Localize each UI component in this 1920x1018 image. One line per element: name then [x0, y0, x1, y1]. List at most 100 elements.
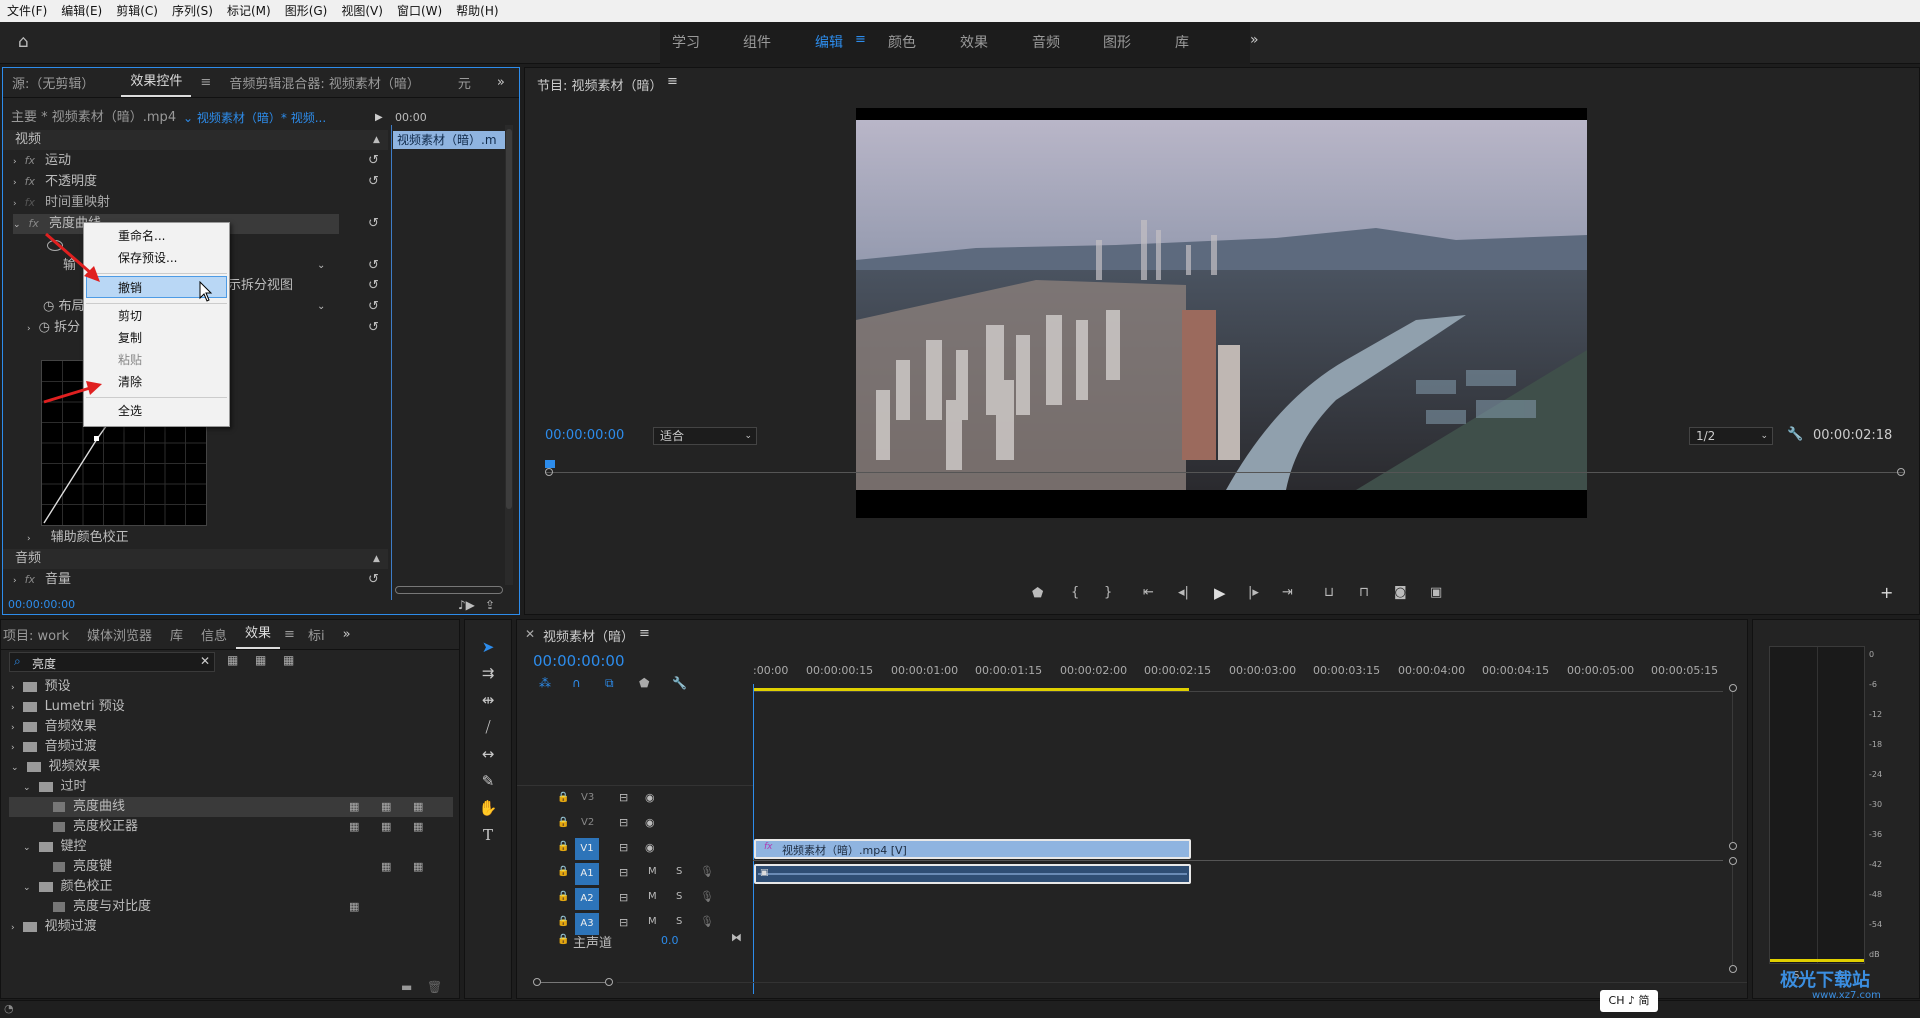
- a-scroll-handle[interactable]: [1729, 857, 1737, 865]
- effect-controls-menu-icon[interactable]: ≡: [191, 75, 220, 90]
- solo-button[interactable]: S: [676, 891, 682, 902]
- eye-icon[interactable]: ◉: [645, 841, 655, 854]
- collapse-audio-icon[interactable]: ▲: [373, 549, 380, 569]
- tab-libraries[interactable]: 库: [161, 625, 192, 644]
- track-target-a2[interactable]: A2: [575, 888, 599, 910]
- lift-icon[interactable]: ⊔: [1324, 585, 1334, 600]
- lock-icon[interactable]: 🔒: [557, 934, 569, 945]
- step-forward-icon[interactable]: |▸: [1248, 585, 1259, 600]
- effect-motion[interactable]: › fx 运动: [13, 151, 71, 171]
- lock-icon[interactable]: 🔒: [557, 841, 569, 852]
- button-editor-icon[interactable]: +: [1880, 583, 1893, 602]
- new-folder-icon[interactable]: ▬: [401, 980, 412, 994]
- tab-audio-mixer[interactable]: 音频剪辑混合器: 视频素材（暗）: [220, 73, 429, 92]
- tree-item-audio-transitions[interactable]: › 音频过渡: [11, 737, 97, 757]
- effect-volume[interactable]: › fx 音量: [13, 570, 71, 590]
- extract-icon[interactable]: ⊓: [1359, 585, 1369, 600]
- mute-button[interactable]: M: [648, 891, 657, 902]
- program-scrubber[interactable]: [545, 460, 1905, 482]
- workspace-learn[interactable]: 学习: [672, 32, 700, 52]
- menu-sequence[interactable]: 序列(S): [165, 0, 220, 22]
- more-tabs-icon[interactable]: »: [488, 75, 514, 90]
- export-frame-icon[interactable]: ◙: [1394, 585, 1407, 600]
- add-marker-icon[interactable]: ⬟: [639, 676, 649, 690]
- menu-markers[interactable]: 标记(M): [220, 0, 278, 22]
- workspace-menu-icon[interactable]: ≡: [855, 32, 866, 47]
- audio-clip-a1[interactable]: ▣: [754, 864, 1191, 884]
- reset-split-percent-icon[interactable]: ↺: [368, 318, 379, 338]
- menu-file[interactable]: 文件(F): [0, 0, 54, 22]
- track-target-a1[interactable]: A1: [575, 863, 599, 885]
- tree-item-video-transitions[interactable]: › 视频过渡: [11, 917, 97, 937]
- tree-item-luma-corrector[interactable]: 亮度校正器: [53, 817, 138, 837]
- master-track-value[interactable]: 0.0: [661, 934, 679, 947]
- tab-effect-controls[interactable]: 效果控件: [121, 69, 192, 97]
- sync-lock-icon[interactable]: ⊟: [619, 891, 628, 904]
- close-sequence-icon[interactable]: ✕: [525, 627, 535, 641]
- time-ruler[interactable]: :00:00 00:00:00:15 00:00:01:00 00:00:01:…: [753, 664, 1723, 694]
- solo-button[interactable]: S: [676, 866, 682, 877]
- mute-button[interactable]: M: [648, 916, 657, 927]
- tree-item-video-effects[interactable]: ⌄ 视频效果: [11, 757, 101, 777]
- tab-markers[interactable]: 标i: [299, 625, 334, 644]
- 32bit-effects-icon[interactable]: ▦: [255, 653, 266, 667]
- tree-item-brightness-contrast[interactable]: 亮度与对比度: [53, 897, 151, 917]
- more-workspaces-icon[interactable]: »: [1250, 32, 1259, 48]
- effect-time-remap[interactable]: › fx 时间重映射: [13, 193, 110, 213]
- reset-luma-icon[interactable]: ↺: [368, 214, 379, 234]
- delete-icon[interactable]: 🗑: [427, 980, 442, 994]
- tree-item-obsolete[interactable]: ⌄ 过时: [23, 777, 87, 797]
- reset-output-icon[interactable]: ↺: [368, 256, 379, 276]
- reset-volume-icon[interactable]: ↺: [368, 570, 379, 590]
- effects-menu-icon[interactable]: ≡: [280, 627, 299, 642]
- linked-selection-icon[interactable]: ⧉: [605, 676, 614, 691]
- nest-toggle-icon[interactable]: ⁂: [539, 676, 551, 690]
- menu-window[interactable]: 窗口(W): [390, 0, 449, 22]
- tree-item-lumetri-presets[interactable]: › Lumetri 预设: [11, 697, 125, 717]
- workspace-effects[interactable]: 效果: [960, 32, 988, 52]
- play-button-icon[interactable]: ▶: [1214, 584, 1226, 602]
- tab-source[interactable]: 源:（无剪辑）: [3, 73, 103, 92]
- tab-metadata[interactable]: 元: [449, 73, 480, 92]
- ripple-edit-tool-icon[interactable]: ⇹: [478, 691, 498, 709]
- hand-tool-icon[interactable]: ✋: [478, 799, 498, 817]
- razor-tool-icon[interactable]: ⧸: [478, 718, 498, 736]
- sync-lock-icon[interactable]: ⊟: [619, 791, 628, 804]
- sync-lock-icon[interactable]: ⊟: [619, 816, 628, 829]
- a-scroll-handle[interactable]: [1729, 965, 1737, 973]
- voiceover-icon[interactable]: 🎙: [700, 915, 714, 928]
- workspace-graphics[interactable]: 图形: [1103, 32, 1131, 52]
- lock-icon[interactable]: 🔒: [557, 916, 569, 927]
- curve-point[interactable]: [94, 436, 99, 441]
- sequence-menu-icon[interactable]: ≡: [639, 626, 650, 641]
- video-clip-v1[interactable]: fx 视频素材（暗）.mp4 [V]: [754, 839, 1191, 859]
- track-target-v1[interactable]: V1: [575, 838, 599, 860]
- stopwatch-icon[interactable]: ◷: [43, 299, 58, 314]
- add-marker-icon[interactable]: ⬟: [1032, 586, 1043, 601]
- lock-icon[interactable]: 🔒: [557, 817, 569, 828]
- lock-icon[interactable]: 🔒: [557, 792, 569, 803]
- yuv-effects-icon[interactable]: ▦: [283, 653, 294, 667]
- tab-info[interactable]: 信息: [192, 625, 236, 644]
- mark-in-icon[interactable]: {: [1071, 585, 1079, 600]
- ec-clip-bar[interactable]: 视频素材（暗）.m: [393, 131, 505, 149]
- playhead-marker[interactable]: [545, 460, 555, 468]
- sequence-tab[interactable]: 视频素材（暗）: [543, 626, 634, 645]
- type-tool-icon[interactable]: T: [478, 826, 498, 844]
- mute-button[interactable]: M: [648, 866, 657, 877]
- accelerated-effects-icon[interactable]: ▦: [227, 653, 238, 667]
- v-scroll-handle[interactable]: [1729, 684, 1737, 692]
- resolution-dropdown[interactable]: 1/2 ⌄: [1689, 427, 1773, 445]
- tab-effects[interactable]: 效果: [236, 621, 281, 649]
- workspace-audio[interactable]: 音频: [1032, 32, 1060, 52]
- menu-graphics[interactable]: 图形(G): [278, 0, 335, 22]
- timeline-zoom-bar[interactable]: [533, 978, 613, 988]
- effect-opacity[interactable]: › fx 不透明度: [13, 172, 97, 192]
- voiceover-icon[interactable]: 🎙: [700, 890, 714, 903]
- slip-tool-icon[interactable]: ↔: [478, 745, 498, 763]
- step-back-icon[interactable]: ◂|: [1178, 585, 1189, 600]
- ec-scrollbar[interactable]: [505, 125, 513, 585]
- play-icon[interactable]: ▶: [375, 108, 383, 128]
- menu-cut[interactable]: 剪切: [84, 305, 229, 327]
- program-timecode[interactable]: 00:00:00:00: [545, 428, 624, 443]
